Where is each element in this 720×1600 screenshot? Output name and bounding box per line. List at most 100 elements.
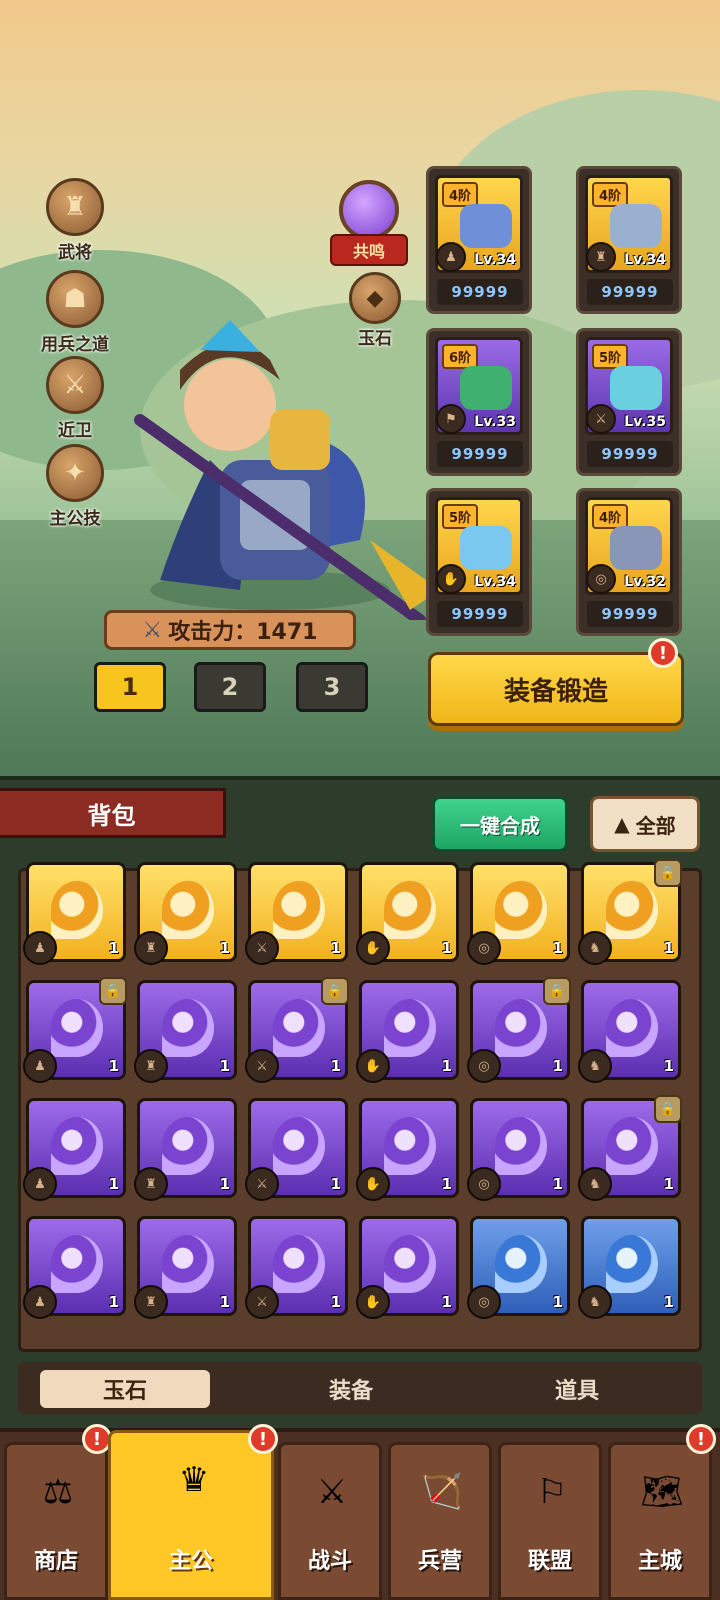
loadout-tab-label: 1 (121, 673, 139, 701)
item-count: 1 (441, 1057, 452, 1075)
inventory-item[interactable]: ⚔ 1 (245, 1098, 348, 1201)
slot-type-icon: ♜ (134, 931, 168, 965)
jade-swirl-icon (606, 1117, 658, 1175)
equipment-frame: 4阶 Lv.32 ◎ (585, 497, 673, 595)
inventory-item[interactable]: ◎ 1 🔒 (467, 977, 571, 1083)
item-count: 1 (552, 939, 563, 957)
slot-type-icon: ♟ (23, 1167, 57, 1201)
inventory-item[interactable]: ♟ 1 (23, 1216, 126, 1319)
jade-swirl-icon (273, 999, 325, 1057)
loadout-tab-label: 3 (323, 673, 341, 701)
inventory-item[interactable]: ⚔ 1 (245, 862, 348, 965)
guard-icon: ⚔ (46, 356, 104, 414)
equipment-level: Lv.35 (624, 414, 666, 430)
equipment-type-icon: ⚑ (436, 404, 466, 434)
nav-tab[interactable]: 🗺 主城 (608, 1442, 712, 1600)
side-menu-lord-skill[interactable]: ✦ 主公技 (20, 444, 130, 529)
equipment-value: 99999 (437, 279, 523, 305)
inventory-item[interactable]: ✋ 1 (356, 980, 459, 1083)
equipment-value: 99999 (437, 601, 523, 627)
loadout-tab-2[interactable]: 2 (194, 662, 266, 712)
equipment-slot[interactable]: 5阶 Lv.34 ✋ 99999 (426, 488, 532, 636)
inventory-item[interactable]: ◎ 1 (467, 1098, 570, 1201)
slot-type-icon: ♞ (578, 1285, 612, 1319)
side-menu-guard[interactable]: ⚔ 近卫 (20, 356, 130, 441)
inventory-item[interactable]: ♜ 1 (134, 862, 237, 965)
side-menu-tactics[interactable]: ☗ 用兵之道 (20, 270, 130, 355)
equipment-frame: 6阶 Lv.33 ⚑ (435, 337, 523, 435)
slot-type-icon: ◎ (467, 931, 501, 965)
inventory-item[interactable]: ✋ 1 (356, 1216, 459, 1319)
equipment-forge-button[interactable]: 装备锻造 (428, 652, 684, 726)
lock-icon: 🔒 (654, 859, 682, 887)
nav-tab[interactable]: ♛ 主公 (108, 1430, 274, 1600)
inventory-item[interactable]: ♟ 1 (23, 1098, 126, 1201)
slot-type-icon: ⚔ (245, 1167, 279, 1201)
category-tab-label: 装备 (328, 1379, 373, 1404)
nav-tab[interactable]: ⚐ 联盟 (498, 1442, 602, 1600)
slot-type-icon: ⚔ (245, 1049, 279, 1083)
category-tab-jade[interactable]: 玉石 (40, 1370, 210, 1408)
loadout-tab-1[interactable]: 1 (94, 662, 166, 712)
lord-icon: ♛ (178, 1460, 210, 1500)
resonance-button[interactable]: 共鸣 (330, 180, 408, 266)
equipment-slot[interactable]: 4阶 Lv.32 ◎ 99999 (576, 488, 682, 636)
item-count: 1 (108, 1293, 119, 1311)
equipment-type-icon: ♟ (436, 242, 466, 272)
jade-swirl-icon (51, 881, 103, 939)
jade-swirl-icon (495, 999, 547, 1057)
category-tab-items[interactable]: 道具 (492, 1370, 662, 1408)
inventory-item[interactable]: ♜ 1 (134, 1098, 237, 1201)
equipment-level: Lv.33 (474, 414, 516, 430)
nav-tab-label: 主城 (637, 1549, 682, 1574)
jade-swirl-icon (606, 881, 658, 939)
inventory-item[interactable]: ♜ 1 (134, 1216, 237, 1319)
inventory-item[interactable]: ♞ 1 (578, 1216, 681, 1319)
jade-swirl-icon (162, 1235, 214, 1293)
inventory-item[interactable]: ♟ 1 (23, 862, 126, 965)
filter-all-button[interactable]: ▲ 全部 (590, 796, 700, 852)
one-click-merge-button[interactable]: 一键合成 (432, 796, 568, 852)
inventory-item[interactable]: ⚔ 1 🔒 (245, 977, 349, 1083)
inventory-item[interactable]: ♟ 1 🔒 (23, 977, 127, 1083)
inventory-item[interactable]: ◎ 1 (467, 1216, 570, 1319)
inventory-item[interactable]: ♞ 1 🔒 (578, 859, 682, 965)
nav-tab[interactable]: ⚖ 商店 (4, 1442, 108, 1600)
item-count: 1 (108, 939, 119, 957)
nav-tab[interactable]: ⚔ 战斗 (278, 1442, 382, 1600)
equipment-level: Lv.34 (474, 574, 516, 590)
item-count: 1 (663, 939, 674, 957)
slot-type-icon: ◎ (467, 1167, 501, 1201)
side-menu-general[interactable]: ♜ 武将 (20, 178, 130, 263)
jade-swirl-icon (495, 1235, 547, 1293)
item-count: 1 (663, 1293, 674, 1311)
lock-icon: 🔒 (321, 977, 349, 1005)
alert-icon: ! (686, 1424, 716, 1454)
inventory-item[interactable]: ♞ 1 (578, 980, 681, 1083)
equipment-slot[interactable]: 4阶 Lv.34 ♟ 99999 (426, 166, 532, 314)
loadout-tab-3[interactable]: 3 (296, 662, 368, 712)
jade-swirl-icon (273, 1235, 325, 1293)
inventory-item[interactable]: ✋ 1 (356, 1098, 459, 1201)
equipment-slot[interactable]: 5阶 Lv.35 ⚔ 99999 (576, 328, 682, 476)
category-tab-equipment[interactable]: 装备 (266, 1370, 436, 1408)
merge-button-label: 一键合成 (460, 813, 540, 838)
nav-tab[interactable]: 🏹 兵营 (388, 1442, 492, 1600)
jade-swirl-icon (606, 1235, 658, 1293)
equipment-type-icon: ◎ (586, 564, 616, 594)
jade-button[interactable]: ◆ 玉石 (345, 272, 405, 349)
inventory-item[interactable]: ♜ 1 (134, 980, 237, 1083)
inventory-item[interactable]: ◎ 1 (467, 862, 570, 965)
jade-swirl-icon (273, 881, 325, 939)
inventory-item[interactable]: ♞ 1 🔒 (578, 1095, 682, 1201)
equipment-art (460, 204, 512, 248)
equipment-slot[interactable]: 6阶 Lv.33 ⚑ 99999 (426, 328, 532, 476)
side-menu-label: 近卫 (58, 421, 92, 441)
inventory-item[interactable]: ✋ 1 (356, 862, 459, 965)
lock-icon: 🔒 (654, 1095, 682, 1123)
item-count: 1 (663, 1057, 674, 1075)
slot-type-icon: ♜ (134, 1049, 168, 1083)
equipment-slot[interactable]: 4阶 Lv.34 ♜ 99999 (576, 166, 682, 314)
inventory-item[interactable]: ⚔ 1 (245, 1216, 348, 1319)
equipment-frame: 4阶 Lv.34 ♟ (435, 175, 523, 273)
